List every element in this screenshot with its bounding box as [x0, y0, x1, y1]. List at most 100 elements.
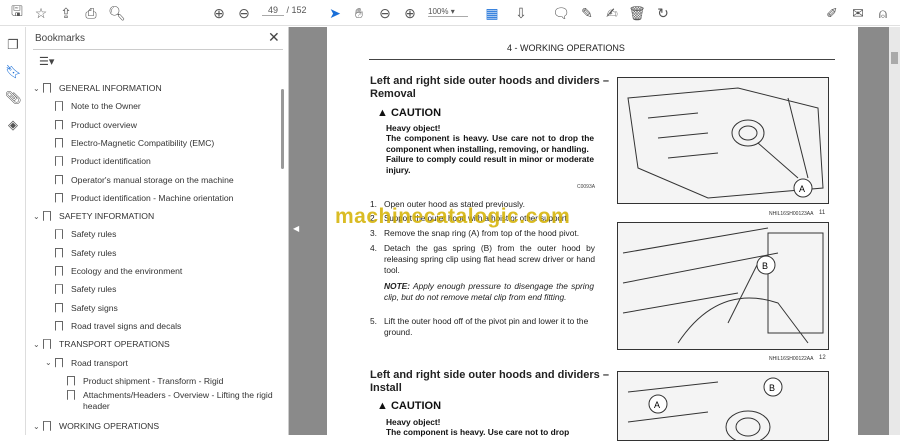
pen-icon[interactable]: ✎	[578, 4, 596, 22]
caution-heading: ▲ CAUTION	[377, 107, 441, 119]
page-down-icon[interactable]: ⊖	[235, 4, 253, 22]
print-icon[interactable]: ⎙	[82, 4, 100, 22]
page-up-icon[interactable]: ⊕	[210, 4, 228, 22]
bookmark-item[interactable]: Ecology and the environment	[45, 262, 182, 280]
toolbar: 🖫 ☆ ⇪ ⎙ 🔍︎ ⊕ ⊖ 49 / 152 ➤ ✋︎ ⊖ ⊕ 100% ▾ …	[0, 0, 900, 26]
bookmark-flag-icon	[55, 156, 63, 167]
collapse-panel-icon[interactable]: ◀	[293, 224, 299, 233]
warning-icon: ▲	[377, 107, 388, 119]
chevron-down-icon[interactable]: ⌄	[33, 422, 43, 431]
page-total: / 152	[286, 5, 307, 15]
bookmark-label: TRANSPORT OPERATIONS	[59, 339, 170, 350]
note-label: NOTE:	[384, 281, 411, 291]
zoom-select[interactable]: 100% ▾	[428, 7, 468, 17]
figure-13: AB	[617, 371, 829, 441]
mail-icon[interactable]: ✉	[849, 4, 867, 22]
bookmark-flag-icon	[43, 339, 51, 350]
upload-icon[interactable]: ⇪	[57, 4, 75, 22]
star-icon[interactable]: ☆	[32, 4, 50, 22]
figure-number: 11	[819, 210, 826, 216]
bookmark-flag-icon	[43, 211, 51, 222]
bookmark-item[interactable]: Operator's manual storage on the machine	[45, 171, 234, 189]
bookmark-flag-icon	[55, 229, 63, 240]
bookmark-icon[interactable]: 🔖︎	[5, 64, 22, 80]
pages-icon[interactable]: ❐	[5, 37, 21, 53]
caution-text: The component is heavy. Use care not to …	[386, 427, 570, 438]
caution-code: C0093A	[577, 184, 596, 190]
bookmark-item[interactable]: Safety rules	[45, 280, 116, 298]
bookmark-flag-icon	[55, 174, 63, 185]
step-num: 4.	[370, 243, 377, 253]
panel-title: Bookmarks	[35, 33, 86, 44]
bookmark-flag-icon	[67, 375, 75, 386]
caution-fail: Failure to comply could result in minor …	[386, 154, 594, 175]
bookmark-item[interactable]: Safety rules	[45, 225, 116, 243]
cursor-icon[interactable]: ➤	[326, 4, 344, 22]
bookmark-item[interactable]: ⌄ TRANSPORT OPERATIONS	[33, 335, 170, 353]
viewer-scrollbar[interactable]	[889, 27, 900, 435]
search-icon[interactable]: 🔍︎	[108, 4, 126, 22]
bookmark-item[interactable]: Product identification	[45, 152, 151, 170]
account-icon[interactable]: ⍝	[874, 4, 892, 22]
options-icon[interactable]: ☰▾	[39, 55, 54, 68]
page-header: 4 - WORKING OPERATIONS	[507, 43, 625, 53]
chevron-down-icon[interactable]: ⌄	[33, 84, 43, 93]
section-title-install: Left and right side outer hoods and divi…	[370, 369, 609, 394]
bookmark-item[interactable]: Electro-Magnetic Compatibility (EMC)	[45, 134, 214, 152]
bookmark-item[interactable]: Product shipment - Transform - Rigid	[57, 372, 223, 390]
page-input[interactable]: 49	[262, 5, 284, 16]
figure-12: B	[617, 222, 829, 350]
bookmark-item[interactable]: Note to the Owner	[45, 97, 141, 115]
bookmark-flag-icon	[55, 284, 63, 295]
panel-scrollbar[interactable]	[281, 89, 284, 169]
bookmark-label: Note to the Owner	[71, 101, 141, 112]
bookmark-label: WORKING OPERATIONS	[59, 421, 160, 432]
hand-icon[interactable]: ✋︎	[350, 4, 368, 22]
chevron-down-icon[interactable]: ⌄	[33, 212, 43, 221]
scroll-mode-icon[interactable]: ⇩	[512, 4, 530, 22]
caution-label: CAUTION	[390, 107, 442, 119]
step-4: 4. Detach the gas spring (B) from the out…	[370, 243, 595, 276]
bookmark-item[interactable]: Attachments/Headers - Overview - Lifting…	[57, 390, 278, 420]
note: NOTE: Apply enough pressure to disengage…	[384, 281, 594, 303]
bookmark-label: Ecology and the environment	[71, 266, 183, 276]
bookmark-flag-icon	[43, 83, 51, 93]
bookmark-item[interactable]: ⌄ GENERAL INFORMATION	[33, 79, 162, 97]
sign-icon[interactable]: ✍︎	[603, 4, 621, 22]
bookmark-item[interactable]: Road travel signs and decals	[45, 317, 181, 335]
bookmark-item[interactable]: Product overview	[45, 116, 137, 134]
bookmark-item[interactable]: Safety signs	[45, 299, 118, 317]
bookmark-item[interactable]: ⌄ Road transport	[45, 354, 128, 372]
bookmark-flag-icon	[43, 421, 51, 432]
caution-heavy: Heavy object!	[386, 417, 441, 427]
bookmark-label: Safety rules	[71, 284, 117, 295]
zoom-in-icon[interactable]: ⊕	[401, 4, 419, 22]
header-rule	[369, 59, 835, 60]
close-icon[interactable]: ✕	[268, 29, 280, 46]
comment-icon[interactable]: 🗨︎	[552, 4, 570, 22]
fill-sign-icon[interactable]: ✐	[823, 4, 841, 22]
fit-icon[interactable]: ▦	[483, 4, 501, 22]
callout: B	[769, 383, 775, 393]
bookmark-label: Road transport	[71, 357, 128, 368]
section-title-removal: Left and right side outer hoods and divi…	[370, 75, 609, 100]
caution-heavy: Heavy object!	[386, 123, 441, 133]
bookmark-item[interactable]: ⌄ SAFETY INFORMATION	[33, 207, 154, 225]
rotate-icon[interactable]: ↻	[654, 4, 672, 22]
scroll-thumb[interactable]	[891, 52, 898, 64]
layers-icon[interactable]: ◈	[5, 117, 21, 133]
side-rail: ❐ 🔖︎ 📎︎ ◈	[0, 27, 26, 435]
bookmark-item[interactable]: Product identification - Machine orienta…	[45, 189, 233, 207]
save-icon[interactable]: 🖫	[8, 3, 26, 22]
chevron-down-icon[interactable]: ⌄	[45, 358, 55, 367]
bookmark-flag-icon	[55, 192, 63, 203]
figure-illustration: AB	[627, 377, 783, 440]
bookmark-label: Safety rules	[71, 229, 117, 240]
bookmark-item[interactable]: Safety rules	[45, 244, 116, 262]
chevron-down-icon[interactable]: ⌄	[33, 340, 43, 349]
callout: A	[654, 400, 660, 410]
bookmark-item[interactable]: ⌄ WORKING OPERATIONS	[33, 417, 159, 435]
attachment-icon[interactable]: 📎︎	[5, 90, 22, 106]
delete-icon[interactable]: 🗑︎	[628, 4, 646, 22]
zoom-out-icon[interactable]: ⊖	[376, 4, 394, 22]
